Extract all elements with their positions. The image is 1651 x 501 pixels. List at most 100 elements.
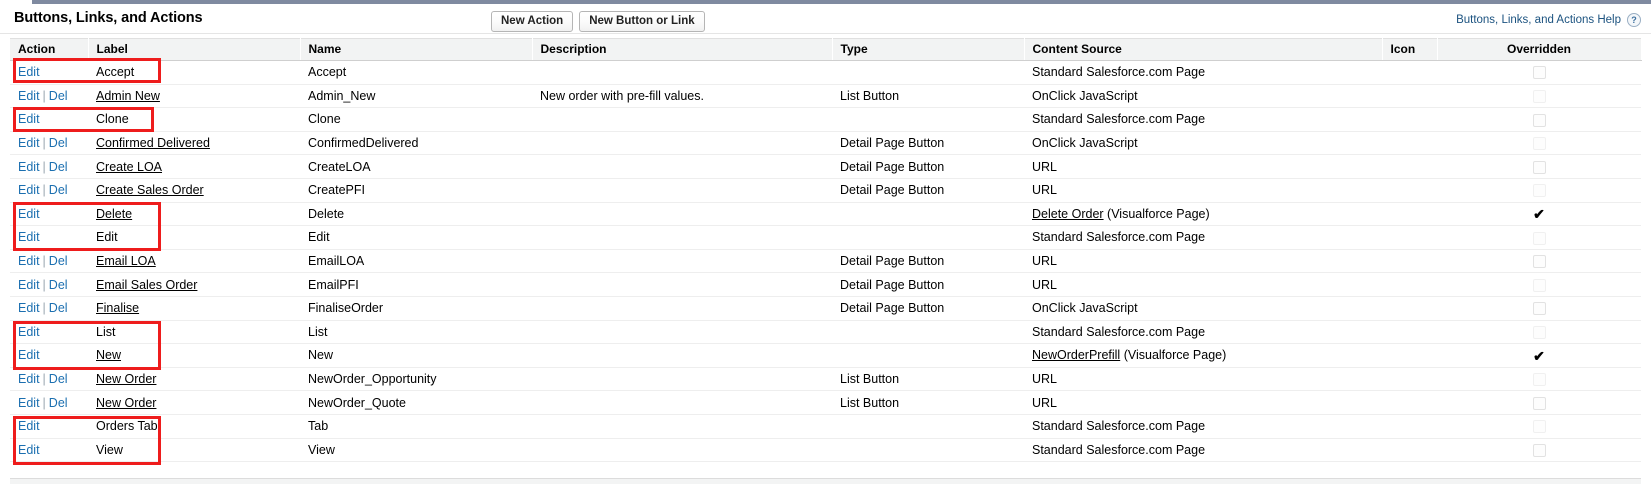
- overridden-checkbox[interactable]: [1532, 89, 1546, 103]
- label-link[interactable]: Confirmed Delivered: [96, 136, 210, 150]
- overridden-checkbox[interactable]: [1532, 160, 1546, 174]
- del-link[interactable]: Del: [49, 301, 68, 315]
- label-link[interactable]: Delete: [96, 207, 132, 221]
- table-row: Edit | Del Admin New Admin_New New order with…: [10, 84, 1641, 109]
- cell-icon: [1382, 60, 1437, 85]
- cell-label: Email Sales Order: [88, 272, 300, 297]
- cell-content-source: OnClick JavaScript: [1024, 131, 1382, 156]
- cell-name: ConfirmedDelivered: [300, 131, 532, 156]
- table-row: Edit List List Standard Salesforce.com Page: [10, 320, 1641, 345]
- cell-type: [832, 414, 1024, 439]
- cell-type: Detail Page Button: [832, 272, 1024, 297]
- label-link[interactable]: Create LOA: [96, 160, 162, 174]
- overridden-checkbox[interactable]: [1532, 373, 1546, 387]
- label-link[interactable]: Finalise: [96, 301, 139, 315]
- label-link[interactable]: Create Sales Order: [96, 183, 204, 197]
- cell-overridden: [1437, 296, 1641, 321]
- content-source-link[interactable]: NewOrderPrefill: [1032, 348, 1120, 362]
- label-link[interactable]: New: [96, 348, 121, 362]
- cell-description: [532, 390, 832, 415]
- del-link[interactable]: Del: [49, 254, 68, 268]
- del-link[interactable]: Del: [49, 278, 68, 292]
- buttons-links-actions-help-link[interactable]: Buttons, Links, and Actions Help: [1456, 14, 1621, 26]
- cell-label: New: [88, 343, 300, 368]
- del-link[interactable]: Del: [49, 89, 68, 103]
- overridden-checkbox[interactable]: [1532, 231, 1546, 245]
- label-link[interactable]: Email LOA: [96, 254, 156, 268]
- cell-description: [532, 107, 832, 132]
- cell-label: Create LOA: [88, 154, 300, 179]
- cell-label: Finalise: [88, 296, 300, 321]
- cell-action: Edit | Del: [10, 131, 88, 156]
- overridden-checkbox[interactable]: [1532, 420, 1546, 434]
- edit-link[interactable]: Edit: [18, 65, 40, 79]
- del-link[interactable]: Del: [49, 372, 68, 386]
- cell-name: CreateLOA: [300, 154, 532, 179]
- action-separator: |: [42, 372, 46, 387]
- table-row: Edit Clone Clone Standard Salesforce.com Pa…: [10, 107, 1641, 132]
- page-title: Buttons, Links, and Actions: [14, 10, 203, 26]
- overridden-checkbox[interactable]: [1532, 255, 1546, 269]
- overridden-checkbox[interactable]: [1532, 66, 1546, 80]
- cell-type: List Button: [832, 390, 1024, 415]
- new-button-or-link-button[interactable]: New Button or Link: [579, 11, 705, 32]
- edit-link[interactable]: Edit: [18, 136, 40, 150]
- label-text: List: [96, 324, 116, 339]
- edit-link[interactable]: Edit: [18, 372, 40, 386]
- cell-content-source: URL: [1024, 367, 1382, 392]
- overridden-checkbox[interactable]: [1532, 396, 1546, 410]
- table-row: Edit View View Standard Salesforce.com Page: [10, 438, 1641, 463]
- cell-label: Email LOA: [88, 249, 300, 274]
- cell-icon: [1382, 107, 1437, 132]
- edit-link[interactable]: Edit: [18, 278, 40, 292]
- label-link[interactable]: Email Sales Order: [96, 278, 197, 292]
- cell-action: Edit: [10, 107, 88, 132]
- overridden-checkbox[interactable]: [1532, 184, 1546, 198]
- label-link[interactable]: New Order: [96, 396, 156, 410]
- edit-link[interactable]: Edit: [18, 112, 40, 126]
- edit-link[interactable]: Edit: [18, 301, 40, 315]
- overridden-checkbox[interactable]: [1532, 137, 1546, 151]
- overridden-checkbox[interactable]: [1532, 302, 1546, 316]
- overridden-checkbox[interactable]: [1532, 278, 1546, 292]
- content-source-link[interactable]: Delete Order: [1032, 207, 1104, 221]
- cell-name: NewOrder_Quote: [300, 390, 532, 415]
- cell-overridden: [1437, 249, 1641, 274]
- cell-name: FinaliseOrder: [300, 296, 532, 321]
- edit-link[interactable]: Edit: [18, 183, 40, 197]
- edit-link[interactable]: Edit: [18, 207, 40, 221]
- cell-action: Edit: [10, 60, 88, 85]
- cell-overridden: [1437, 225, 1641, 250]
- content-source-suffix: (Visualforce Page): [1103, 206, 1210, 221]
- new-action-button[interactable]: New Action: [491, 11, 574, 32]
- cell-content-source: Delete Order (Visualforce Page): [1024, 202, 1382, 227]
- checkmark-icon: ✔: [1533, 347, 1545, 364]
- del-link[interactable]: Del: [49, 183, 68, 197]
- cell-overridden: [1437, 438, 1641, 463]
- cell-description: [532, 414, 832, 439]
- cell-description: [532, 296, 832, 321]
- del-link[interactable]: Del: [49, 160, 68, 174]
- edit-link[interactable]: Edit: [18, 325, 40, 339]
- label-link[interactable]: New Order: [96, 372, 156, 386]
- edit-link[interactable]: Edit: [18, 396, 40, 410]
- cell-name: List: [300, 320, 532, 345]
- label-link[interactable]: Admin New: [96, 89, 160, 103]
- table-row: Edit | Del Email LOA EmailLOA Detail Page But…: [10, 249, 1641, 274]
- edit-link[interactable]: Edit: [18, 230, 40, 244]
- cell-description: [532, 225, 832, 250]
- edit-link[interactable]: Edit: [18, 443, 40, 457]
- edit-link[interactable]: Edit: [18, 254, 40, 268]
- edit-link[interactable]: Edit: [18, 89, 40, 103]
- edit-link[interactable]: Edit: [18, 419, 40, 433]
- edit-link[interactable]: Edit: [18, 160, 40, 174]
- cell-description: [532, 202, 832, 227]
- del-link[interactable]: Del: [49, 396, 68, 410]
- overridden-checkbox[interactable]: [1532, 325, 1546, 339]
- overridden-checkbox[interactable]: [1532, 113, 1546, 127]
- del-link[interactable]: Del: [49, 136, 68, 150]
- edit-link[interactable]: Edit: [18, 348, 40, 362]
- cell-label: New Order: [88, 367, 300, 392]
- help-icon[interactable]: ?: [1627, 13, 1641, 27]
- overridden-checkbox[interactable]: [1532, 443, 1546, 457]
